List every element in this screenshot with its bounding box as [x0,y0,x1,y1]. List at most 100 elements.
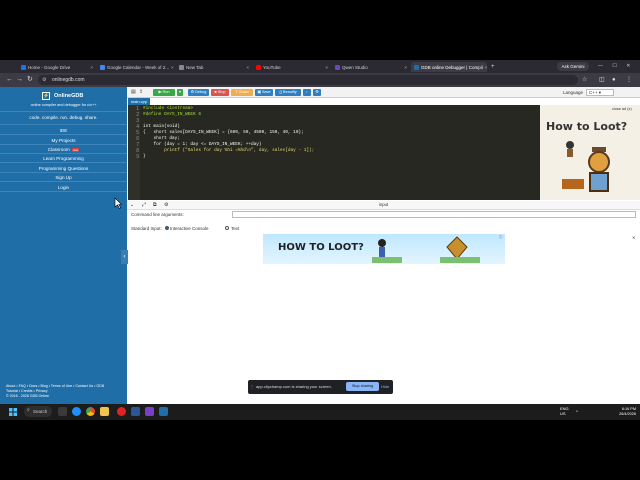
browser-tab-new-tab[interactable]: New Tab × [176,62,252,72]
sidebar-item-sign-up[interactable]: Sign Up [0,173,127,182]
sidebar-item-my-projects[interactable]: My Projects [0,136,127,145]
screen-share-text: app.clipchamp.com is sharing your screen… [256,384,332,389]
site-info-icon[interactable]: ⚙ [42,77,46,83]
reload-icon[interactable]: ↻ [27,76,33,84]
code-line: for (day = 1; day <= DAYS_IN_WEEK; ++day… [143,142,262,147]
close-icon[interactable]: × [90,65,93,70]
windows-start-icon[interactable] [9,408,17,416]
divider [0,124,127,125]
copyright: © 2016 - 2026 GDB Online [6,394,50,398]
new-badge: new [71,148,80,152]
settings-button[interactable]: ⚙ [313,89,321,96]
close-ad-link[interactable]: close ad (x) [612,107,632,111]
browser-tab-youtube[interactable]: YouTube × [253,62,331,72]
stop-sharing-button[interactable]: Stop sharing [346,382,379,391]
cmd-args-input[interactable] [232,211,636,218]
stdin-label: Standard Input: [131,226,162,231]
close-icon[interactable]: × [404,65,407,70]
window-controls[interactable]: — ☐ ✕ [598,63,634,69]
stop-button[interactable]: ■ Stop [211,89,229,96]
gdb-icon [414,64,419,70]
ad-illustration [562,141,610,192]
menu-icon[interactable]: ⋮ [626,76,632,84]
code-line: int main(void) [143,124,180,129]
share-button[interactable]: ⇧ Share [231,89,253,96]
drive-icon [21,64,26,70]
interactive-console-radio[interactable] [165,226,169,230]
new-file-icon[interactable]: ▤ [131,89,136,95]
browser-tab-bar: Home - Google Drive × Google Calendar - W… [0,60,640,73]
hide-notice-button[interactable]: Hide [381,384,389,389]
edge-icon[interactable] [72,407,81,416]
language-select[interactable]: C++ ▾ [586,89,614,96]
back-icon[interactable]: ← [6,76,13,84]
download-button[interactable]: ↓ [303,89,311,96]
upload-icon[interactable]: ⇪ [139,89,143,95]
copy-icon[interactable]: ⧉ [153,202,157,208]
close-icon[interactable]: × [485,65,487,70]
beautify-button[interactable]: {} Beautify [275,89,301,96]
tray-clock[interactable]: 6:16 PM 26/4/2026 [580,407,636,416]
sidebar-item-ide[interactable]: IDE [0,126,127,135]
collapse-sidebar-button[interactable]: ‹ [121,250,128,264]
tray-language[interactable]: ENG US [560,406,569,416]
bookmark-star-icon[interactable]: ☆ [582,76,587,84]
url-input[interactable]: onlinegdb.com [38,75,578,85]
text-option-label: Text [231,226,240,231]
qwen-icon [335,64,340,70]
opera-icon[interactable] [117,407,126,416]
app-icon-2[interactable] [145,407,154,416]
clipchamp-icon[interactable] [159,407,168,416]
sidebar-quicklinks: code. compile. run. debug. share. [29,115,98,120]
banner-ad-title: HOW TO LOOT? [278,242,364,253]
wifi-icon[interactable]: ◔ [575,409,578,415]
language-label: Language [563,90,584,95]
ask-gemini-button[interactable]: Ask Gemini [557,62,589,71]
app-icon[interactable] [131,407,140,416]
divider [0,111,127,112]
new-tab-button[interactable]: + [488,62,496,72]
close-icon[interactable]: × [246,65,249,70]
sidebar-item-programming-questions[interactable]: Programming Questions [0,164,127,173]
sidebar-footer: About • FAQ • Docs • Blog • Terms of Use… [6,384,126,399]
ad-choices-icon[interactable]: ⓘ [499,235,503,240]
drag-handle-icon[interactable]: ⋮ [250,384,254,389]
run-options-button[interactable]: ▾ [177,89,183,96]
calendar-icon [100,64,105,70]
code-lines[interactable]: #include <iostream> #define DAYS_IN_WEEK… [128,105,540,200]
browser-tab-qwen[interactable]: Qwen Studio × [332,62,410,72]
windows-taskbar [0,404,640,420]
code-line: { short sales[DAYS_IN_WEEK] = {600, 50, … [143,130,304,135]
sidebar-item-learn-programming[interactable]: Learn Programming [0,154,127,163]
browser-tab-onlinegdb[interactable]: GDB online Debugger | Compil × [411,62,487,72]
code-line: short day; [143,136,180,141]
close-banner-icon[interactable]: ✕ [632,235,635,240]
input-panel-title: input [379,202,389,207]
interactive-console-label: Interactive Console [170,226,209,231]
settings-icon[interactable]: ⚙ [164,202,168,208]
forward-icon[interactable]: → [16,76,23,84]
task-view-icon[interactable] [58,407,67,416]
close-icon[interactable]: × [325,65,328,70]
file-tab-main[interactable]: main.cpp [128,98,150,105]
browser-tab-calendar[interactable]: Google Calendar - Week of 2... × [97,62,175,72]
browser-tab-google-drive[interactable]: Home - Google Drive × [18,62,96,72]
sidebar-item-login[interactable]: Login [0,183,127,192]
ad-title: How to Loot? [546,120,628,133]
code-line: printf ("Sales for day %hi =%hd\n", day,… [143,148,315,153]
save-button[interactable]: ▣ Save [255,89,273,96]
chrome-icon[interactable] [86,407,95,416]
sidebar-item-classroom[interactable]: Classroom new [0,145,127,154]
gdb-logo-icon: ⚡ [42,92,50,100]
expand-icon[interactable]: ⤢ [142,202,146,208]
mouse-cursor-icon [114,197,122,209]
collapse-icon[interactable]: ⌄ [130,202,134,208]
debug-button[interactable]: ⚙ Debug [188,89,209,96]
text-radio[interactable] [225,226,229,230]
profile-icon[interactable]: ● [612,76,616,84]
close-icon[interactable]: × [171,65,174,70]
site-logo[interactable]: OnlineGDB [54,93,83,99]
extensions-icon[interactable]: ◫ [599,76,605,84]
run-button[interactable]: ▶ Run [153,89,175,96]
file-explorer-icon[interactable] [100,407,109,416]
